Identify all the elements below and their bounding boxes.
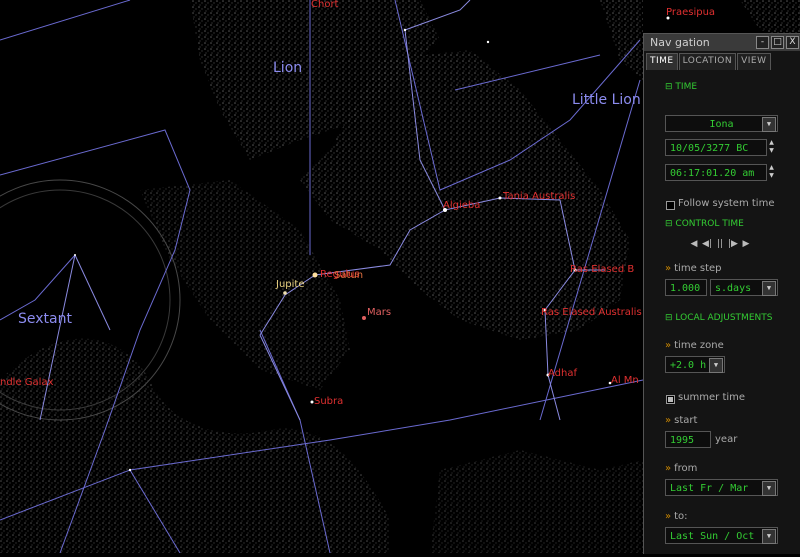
planet-label-jupiter: Jupite — [276, 279, 305, 290]
pause-icon[interactable]: || — [715, 239, 725, 249]
star-label-subra: Subra — [314, 396, 344, 407]
navigation-title-bar[interactable]: Nav gation - □ X — [644, 34, 800, 51]
navigation-tabs: TIME LOCATION VIEW — [646, 53, 799, 70]
star-label-ras-elased-australis: Ras Elased Australis — [541, 307, 642, 318]
star-label-al-minliar: Al Mn — [611, 375, 639, 386]
chevron-down-icon[interactable]: ▼ — [762, 529, 776, 544]
start-year-value: 1995 — [670, 435, 695, 446]
chevron-down-icon[interactable]: ▼ — [762, 117, 776, 132]
from-value: Last Fr / Mar — [670, 483, 749, 494]
arrow-icon: » — [665, 263, 672, 274]
time-step-field[interactable]: 1.000 — [665, 279, 707, 296]
date-field[interactable]: 10/05/3277 BC — [665, 139, 767, 156]
year-label: year — [715, 434, 738, 445]
clock-field[interactable]: 06:17:01.20 am — [665, 164, 767, 181]
chevron-down-icon[interactable]: ▼ — [762, 281, 776, 296]
spin-up-icon[interactable]: ▲ — [767, 139, 776, 147]
navigation-panel: Nav gation - □ X TIME LOCATION VIEW ⊟ TI… — [643, 33, 800, 554]
tab-view[interactable]: VIEW — [737, 53, 771, 70]
chevron-down-icon[interactable]: ▼ — [709, 358, 723, 373]
to-heading: » to: — [665, 511, 688, 522]
from-heading: » from — [665, 463, 697, 474]
star-label-spindle-galaxy: ndle Galax — [0, 377, 54, 388]
time-step-heading: » time step — [665, 263, 722, 274]
date-spinner[interactable]: ▲ ▼ — [767, 139, 776, 156]
time-zone-value: +2.0 h — [670, 360, 707, 371]
section-marker-icon: ⊟ — [665, 219, 673, 229]
chevron-down-icon[interactable]: ▼ — [762, 481, 776, 496]
minimize-icon[interactable]: - — [756, 36, 769, 49]
close-icon[interactable]: X — [786, 36, 799, 49]
star-label-tania-australis: Tania Australis — [503, 191, 576, 202]
restore-icon[interactable]: □ — [771, 36, 784, 49]
arrow-icon: » — [665, 340, 672, 351]
section-control-time-label: CONTROL TIME — [675, 219, 744, 229]
section-marker-icon: ⊟ — [665, 313, 673, 323]
time-zone-label: time zone — [674, 340, 724, 351]
section-control-time[interactable]: ⊟ CONTROL TIME — [665, 219, 744, 229]
star-label-ras-elased-borealis: Ras Elased B — [570, 264, 635, 275]
planet-label-mars: Mars — [367, 307, 392, 318]
section-time[interactable]: ⊟ TIME — [665, 82, 697, 92]
star-label-chort: Chort — [311, 0, 339, 10]
time-step-value: 1.000 — [670, 283, 701, 294]
constellation-label-little-lion: Little Lion — [572, 92, 641, 108]
follow-system-time-label: Follow system time — [678, 198, 775, 209]
clock-value: 06:17:01.20 am — [670, 168, 755, 179]
from-label: from — [674, 463, 698, 474]
step-back-icon[interactable]: ◀| — [702, 239, 712, 249]
star-label-adhafera: Adhaf — [548, 368, 577, 379]
arrow-icon: » — [665, 511, 672, 522]
arrow-icon: » — [665, 463, 672, 474]
tab-time[interactable]: TIME — [646, 53, 678, 70]
step-forward-icon[interactable]: |▶ — [728, 239, 738, 249]
tab-location[interactable]: LOCATION — [678, 53, 737, 70]
date-value: 10/05/3277 BC — [670, 143, 749, 154]
spin-up-icon[interactable]: ▲ — [767, 164, 776, 172]
follow-system-time-checkbox[interactable] — [666, 201, 675, 210]
time-step-label: time step — [674, 263, 722, 274]
spin-down-icon[interactable]: ▼ — [767, 147, 776, 155]
calendar-value: Iona — [709, 119, 734, 130]
section-marker-icon: ⊟ — [665, 82, 673, 92]
constellation-label-lion: Lion — [273, 60, 303, 76]
section-local-adjustments-label: LOCAL ADJUSTMENTS — [675, 313, 773, 323]
from-select[interactable]: Last Fr / Mar ▼ — [665, 479, 778, 496]
planet-label-saturn: Satun — [334, 270, 364, 281]
start-heading: » start — [665, 415, 697, 426]
star-label-algieba: Algieba — [443, 200, 481, 211]
time-zone-heading: » time zone — [665, 340, 724, 351]
star-label-praesipua: Praesipua — [666, 7, 716, 18]
time-control-bar: ◀ ◀| || |▶ ▶ — [689, 239, 751, 249]
time-step-unit: s.days — [715, 283, 752, 294]
start-year-field[interactable]: 1995 — [665, 431, 711, 448]
to-value: Last Sun / Oct — [670, 531, 755, 542]
section-time-label: TIME — [675, 82, 698, 92]
spin-down-icon[interactable]: ▼ — [767, 172, 776, 180]
time-zone-select[interactable]: +2.0 h ▼ — [665, 356, 725, 373]
calendar-select[interactable]: Iona ▼ — [665, 115, 778, 132]
navigation-title: Nav gation — [650, 36, 710, 49]
summer-time-label: summer time — [678, 392, 746, 403]
play-icon[interactable]: ▶ — [741, 239, 751, 249]
window-controls: - □ X — [756, 36, 799, 49]
to-label: to: — [674, 511, 688, 522]
start-label: start — [674, 415, 698, 426]
clock-spinner[interactable]: ▲ ▼ — [767, 164, 776, 181]
to-select[interactable]: Last Sun / Oct ▼ — [665, 527, 778, 544]
time-step-unit-select[interactable]: s.days ▼ — [710, 279, 778, 296]
constellation-label-sextant: Sextant — [18, 311, 72, 327]
arrow-icon: » — [665, 415, 672, 426]
rewind-icon[interactable]: ◀ — [689, 239, 699, 249]
summer-time-checkbox[interactable] — [666, 395, 675, 404]
section-local-adjustments[interactable]: ⊟ LOCAL ADJUSTMENTS — [665, 313, 772, 323]
